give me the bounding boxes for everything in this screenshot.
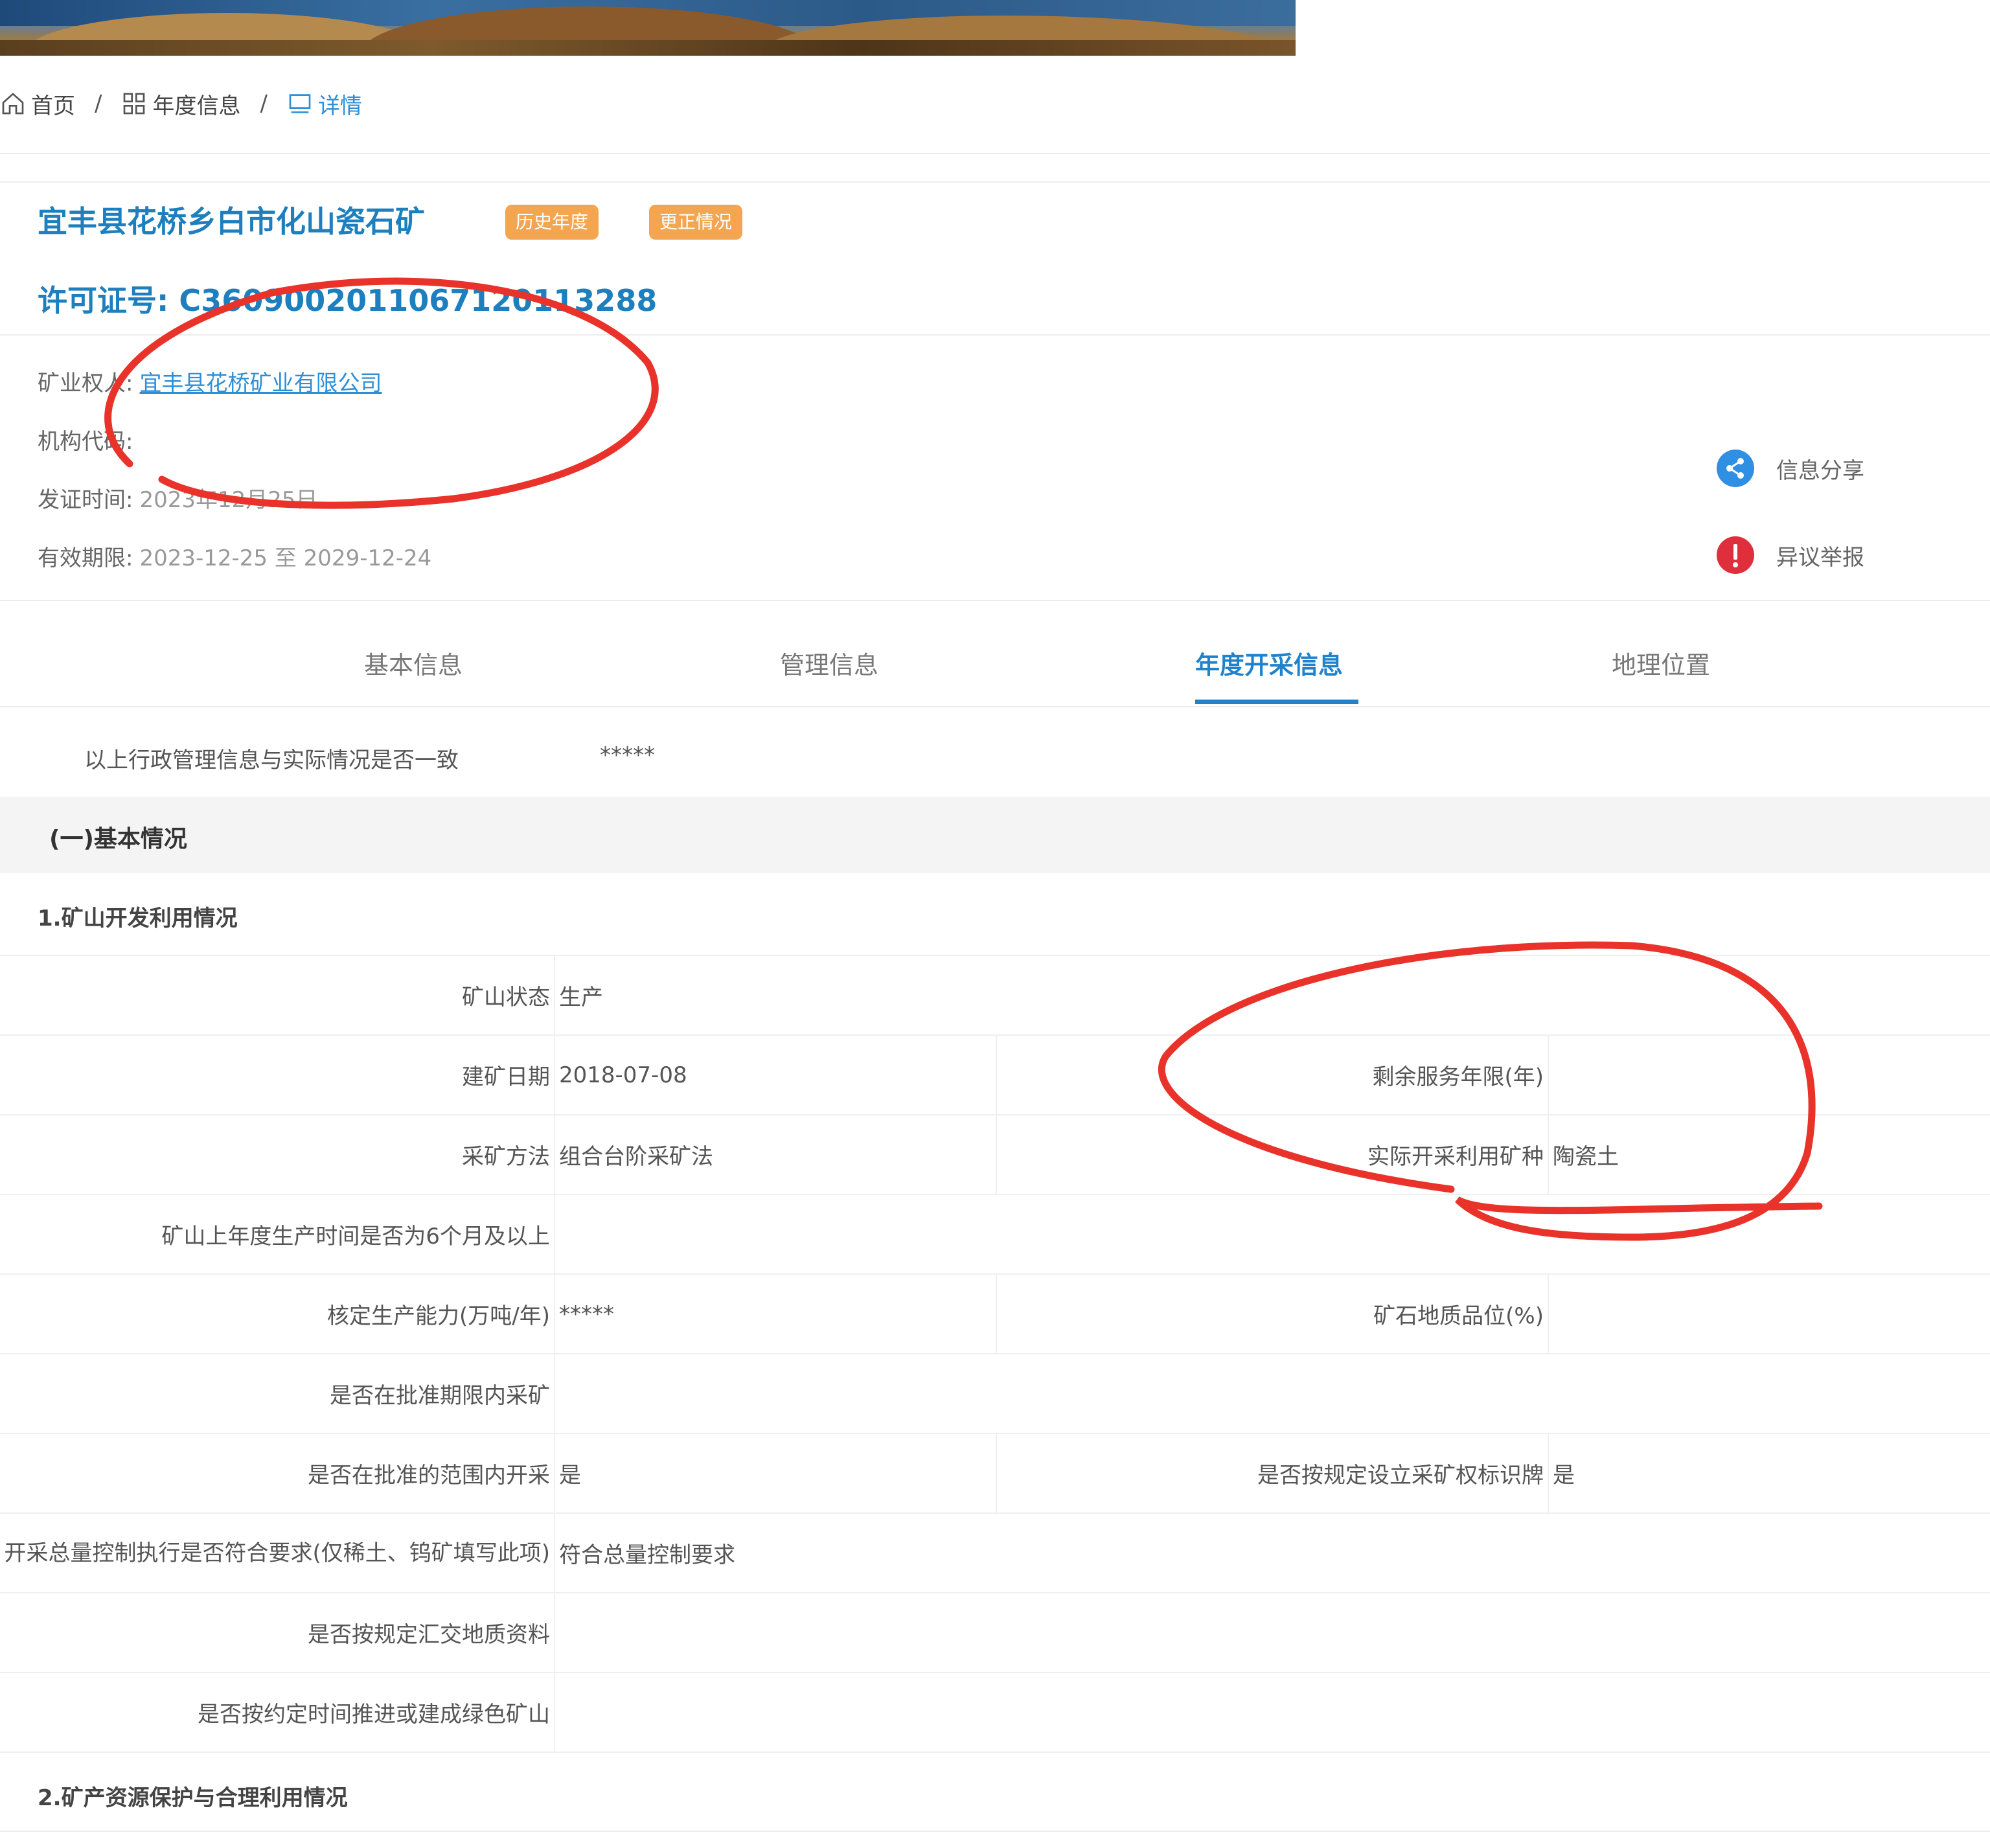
- basic-info-table: 矿山状态 生产 建矿日期 2018-07-08 剩余服务年限(年) 采矿方法 组…: [0, 955, 1990, 1753]
- breadcrumb-annual[interactable]: 年度信息: [121, 88, 240, 120]
- divider: [0, 181, 1990, 183]
- sign-board-value: 是: [1548, 1433, 1990, 1514]
- share-icon: [1717, 450, 1754, 487]
- license-label: 许可证号:: [38, 283, 169, 318]
- breadcrumb-separator: /: [260, 91, 268, 117]
- subsection-development: 1.矿山开发利用情况: [38, 906, 238, 931]
- license-value: C3609002011067120113288: [179, 283, 658, 318]
- banner-image: [0, 0, 1296, 56]
- owner-row: 矿业权人: 宜丰县花桥矿业有限公司: [38, 365, 382, 397]
- section-basic-title: (一)基本情况: [49, 826, 187, 852]
- within-scope-label: 是否在批准的范围内开采: [0, 1433, 555, 1514]
- validity-row: 有效期限: 2023-12-25 至 2029-12-24: [38, 540, 431, 572]
- owner-link[interactable]: 宜丰县花桥矿业有限公司: [139, 371, 382, 396]
- issue-date-row: 发证时间: 2023年12月25日: [38, 482, 318, 514]
- grid-icon: [124, 93, 145, 115]
- mineral-type-label: 实际开采利用矿种: [996, 1114, 1549, 1195]
- divider: [0, 706, 1990, 707]
- remaining-years-value: [1548, 1034, 1990, 1115]
- ore-grade-value: [1548, 1273, 1990, 1354]
- tab-basic-info[interactable]: 基本信息: [364, 645, 463, 681]
- share-label: 信息分享: [1776, 457, 1864, 484]
- six-months-label: 矿山上年度生产时间是否为6个月及以上: [0, 1194, 555, 1275]
- tag-correction[interactable]: 更正情况: [649, 205, 743, 240]
- validity-value: 2023-12-25 至 2029-12-24: [139, 545, 432, 571]
- mine-status-label: 矿山状态: [0, 955, 555, 1036]
- table-row: 是否按规定汇交地质资料: [0, 1592, 1990, 1673]
- geo-data-value: [555, 1592, 1990, 1673]
- table-row: 是否在批准的范围内开采 是 是否按规定设立采矿权标识牌 是: [0, 1433, 1990, 1514]
- within-scope-value: 是: [555, 1433, 996, 1514]
- alert-icon: [1717, 536, 1754, 574]
- mining-method-label: 采矿方法: [0, 1114, 555, 1195]
- tab-geo-location[interactable]: 地理位置: [1612, 645, 1710, 681]
- active-tab-indicator: [1195, 700, 1358, 704]
- build-date-label: 建矿日期: [0, 1034, 555, 1115]
- table-row: 矿山状态 生产: [0, 955, 1990, 1036]
- issue-date-value: 2023年12月25日: [139, 487, 318, 513]
- breadcrumb-home-label: 首页: [31, 93, 75, 119]
- capacity-label: 核定生产能力(万吨/年): [0, 1273, 555, 1354]
- table-row: 开采总量控制执行是否符合要求(仅稀土、钨矿填写此项) 符合总量控制要求: [0, 1512, 1990, 1593]
- org-code-label: 机构代码:: [38, 429, 133, 455]
- tab-bar: 基本信息 管理信息 年度开采信息 地理位置: [0, 645, 1990, 710]
- build-date-value: 2018-07-08: [555, 1034, 996, 1115]
- table-row: 矿山上年度生产时间是否为6个月及以上: [0, 1194, 1990, 1275]
- six-months-value: [555, 1194, 1990, 1275]
- monitor-icon: [289, 94, 311, 113]
- share-button[interactable]: 信息分享: [1717, 450, 1864, 487]
- breadcrumb-detail-label: 详情: [317, 93, 362, 119]
- home-icon: [2, 93, 24, 115]
- quota-control-label: 开采总量控制执行是否符合要求(仅稀土、钨矿填写此项): [0, 1512, 555, 1593]
- consistency-value: *****: [600, 742, 655, 768]
- breadcrumb-separator: /: [95, 91, 102, 117]
- table-row: 核定生产能力(万吨/年) ***** 矿石地质品位(%): [0, 1273, 1990, 1354]
- license-number: 许可证号: C3609002011067120113288: [38, 277, 657, 320]
- mine-title: 宜丰县花桥乡白市化山瓷石矿: [38, 204, 425, 239]
- tab-management-info[interactable]: 管理信息: [780, 645, 878, 681]
- breadcrumb-detail: 详情: [287, 88, 362, 120]
- issue-date-label: 发证时间:: [38, 487, 133, 513]
- report-label: 异议举报: [1776, 544, 1864, 571]
- breadcrumb-home[interactable]: 首页: [0, 88, 75, 120]
- breadcrumb-annual-label: 年度信息: [152, 93, 241, 119]
- ore-grade-label: 矿石地质品位(%): [996, 1273, 1549, 1354]
- divider: [0, 1831, 1990, 1832]
- divider: [0, 600, 1990, 601]
- report-button[interactable]: 异议举报: [1717, 536, 1864, 574]
- mine-status-value: 生产: [555, 955, 1990, 1036]
- table-row: 采矿方法 组合台阶采矿法 实际开采利用矿种 陶瓷土: [0, 1114, 1990, 1195]
- sign-board-label: 是否按规定设立采矿权标识牌: [996, 1433, 1549, 1514]
- table-row: 是否按约定时间推进或建成绿色矿山: [0, 1672, 1990, 1753]
- within-period-label: 是否在批准期限内采矿: [0, 1353, 555, 1434]
- divider: [0, 153, 1990, 154]
- green-mine-label: 是否按约定时间推进或建成绿色矿山: [0, 1672, 555, 1753]
- capacity-value: *****: [555, 1273, 996, 1354]
- green-mine-value: [555, 1672, 1990, 1753]
- org-code-row: 机构代码:: [38, 424, 139, 455]
- consistency-label: 以上行政管理信息与实际情况是否一致: [84, 747, 459, 773]
- subsection-resource-protection: 2.矿产资源保护与合理利用情况: [38, 1785, 348, 1811]
- remaining-years-label: 剩余服务年限(年): [996, 1034, 1549, 1115]
- mining-method-value: 组合台阶采矿法: [555, 1114, 996, 1195]
- geo-data-label: 是否按规定汇交地质资料: [0, 1592, 555, 1673]
- table-row: 建矿日期 2018-07-08 剩余服务年限(年): [0, 1034, 1990, 1115]
- tag-history-year[interactable]: 历史年度: [505, 205, 599, 240]
- section-basic: (一)基本情况: [0, 797, 1990, 873]
- quota-control-value: 符合总量控制要求: [555, 1512, 1990, 1593]
- mineral-type-value: 陶瓷土: [1548, 1114, 1990, 1195]
- validity-label: 有效期限:: [38, 545, 133, 571]
- owner-label: 矿业权人:: [38, 371, 133, 396]
- table-row: 是否在批准期限内采矿: [0, 1353, 1990, 1434]
- within-period-value: [555, 1353, 1990, 1434]
- tab-annual-mining-info[interactable]: 年度开采信息: [1195, 645, 1343, 681]
- breadcrumb: 首页 / 年度信息 / 详情: [0, 88, 362, 120]
- divider: [0, 334, 1990, 336]
